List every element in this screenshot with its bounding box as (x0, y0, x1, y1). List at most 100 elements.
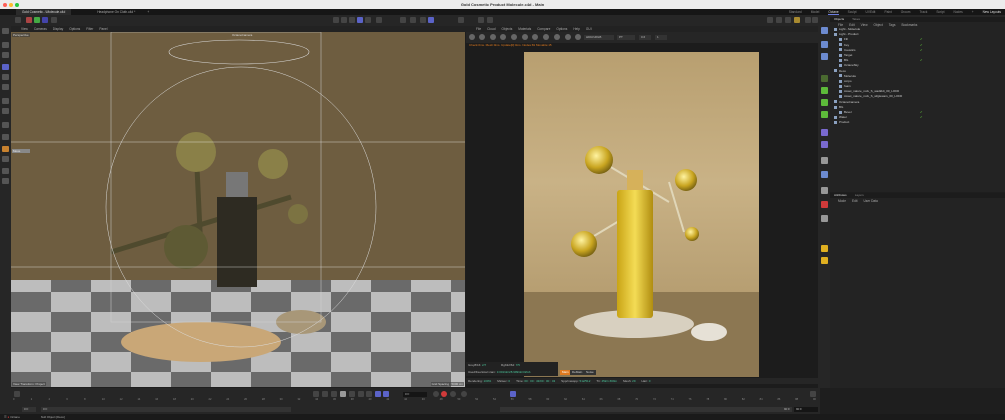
perspective-viewport[interactable]: Perspective OctaneCamera Move View Trans… (11, 32, 465, 387)
value-field[interactable]: 1 (655, 34, 667, 40)
move-icon[interactable] (2, 64, 9, 70)
attributes-menu-edit[interactable]: Edit (852, 199, 858, 203)
viewport-menu-cameras[interactable]: Cameras (34, 27, 47, 31)
cube-icon[interactable] (821, 27, 828, 34)
play-icon[interactable] (340, 391, 346, 397)
octane-menu-compare[interactable]: Compare (537, 27, 550, 31)
save-icon[interactable] (15, 17, 21, 23)
goto-end-icon[interactable] (366, 391, 372, 397)
objects-menu-tags[interactable]: Tags (889, 23, 896, 27)
next-frame-icon[interactable] (349, 391, 355, 397)
polygon-pen-icon[interactable] (2, 122, 9, 128)
end-frame-field[interactable]: 90 F (794, 407, 818, 412)
camera-icon[interactable] (821, 201, 828, 208)
sun-icon[interactable] (821, 245, 828, 252)
octane-render-icon[interactable] (767, 17, 773, 23)
octane-menu-cloud[interactable]: Cloud (487, 27, 495, 31)
deformer-icon[interactable] (821, 111, 828, 118)
octane-region-icon[interactable] (776, 17, 782, 23)
autokey-icon[interactable] (441, 391, 447, 397)
axis-x-icon[interactable] (26, 17, 32, 23)
spline-icon[interactable] (821, 129, 828, 136)
clay-mode-icon[interactable] (532, 34, 538, 40)
object-row[interactable]: Product (830, 120, 1005, 125)
viewport-menu-display[interactable]: Display (53, 27, 63, 31)
maximize-window-button[interactable] (15, 2, 19, 7)
environment-icon[interactable] (821, 157, 828, 164)
next-key-icon[interactable] (358, 391, 364, 397)
objects-menu-file[interactable]: File (838, 23, 843, 27)
pick-material-icon[interactable] (575, 34, 581, 40)
timeline-mode-icon[interactable] (510, 391, 516, 397)
scale-icon[interactable] (2, 74, 9, 80)
tag-icon[interactable] (821, 187, 828, 194)
viewport-menu-options[interactable]: Options (69, 27, 80, 31)
octane-live-icon[interactable] (357, 17, 363, 23)
layout-icon[interactable]: ☰ (4, 415, 7, 419)
field-icon[interactable] (821, 141, 828, 148)
generator-icon[interactable] (821, 75, 828, 82)
send-scene-icon[interactable] (469, 34, 475, 40)
attributes-menu-mode[interactable]: Mode (838, 199, 846, 203)
magnet-icon[interactable] (2, 168, 9, 174)
light-icon[interactable] (400, 17, 406, 23)
render-icon[interactable] (341, 17, 347, 23)
current-frame-field[interactable]: 0 F (403, 392, 427, 397)
objects-menu-view[interactable]: View (861, 23, 868, 27)
viewport-menu-panel[interactable]: Panel (99, 27, 107, 31)
preview-end-field[interactable]: 90 F (500, 407, 792, 412)
expand-timeline-icon[interactable] (810, 391, 816, 397)
text-icon[interactable] (821, 53, 828, 60)
close-window-button[interactable] (3, 2, 7, 7)
octane-menu-objects[interactable]: Objects (501, 27, 512, 31)
settings-gear-icon[interactable] (478, 17, 484, 23)
octane-menu-file[interactable]: File (476, 27, 481, 31)
render-settings-icon[interactable] (349, 17, 355, 23)
knife-icon[interactable] (2, 98, 9, 104)
viewport-menu-filter[interactable]: Filter (86, 27, 93, 31)
octane-material-icon[interactable] (794, 17, 800, 23)
tab-objects[interactable]: Objects (834, 17, 844, 22)
preview-start-field[interactable]: 0 F (41, 407, 291, 412)
region-icon[interactable] (543, 34, 549, 40)
pass-main-button[interactable]: Main (560, 370, 571, 375)
octane-menu-gui[interactable]: GUI (586, 27, 592, 31)
tab-attributes[interactable]: Attributes (834, 193, 847, 198)
pass-demain-button[interactable]: DeMain (570, 370, 585, 375)
pause-icon[interactable] (490, 34, 496, 40)
measure-icon[interactable] (2, 178, 9, 184)
minimize-window-button[interactable] (9, 2, 13, 7)
light-icon[interactable] (821, 215, 828, 222)
brush-icon[interactable] (2, 108, 9, 114)
loop-icon[interactable] (375, 391, 381, 397)
octane-menu-help[interactable]: Help (573, 27, 580, 31)
search-icon[interactable] (2, 28, 9, 34)
exposure-field[interactable]: 0.6 (639, 34, 651, 40)
snap-icon[interactable] (376, 17, 382, 23)
tab-takes[interactable]: Takes (852, 17, 860, 22)
octane-pick-icon[interactable] (785, 17, 791, 23)
tab-layers[interactable]: Layers (855, 193, 864, 198)
restart-icon[interactable] (479, 34, 485, 40)
octane-menu-options[interactable]: Options (556, 27, 567, 31)
deformer-icon[interactable] (458, 17, 464, 23)
area-light-icon[interactable] (821, 257, 828, 264)
move-field[interactable]: Move (12, 149, 30, 153)
coordinate-system-icon[interactable] (51, 17, 57, 23)
goto-start-icon[interactable] (313, 391, 319, 397)
sky-icon[interactable] (821, 171, 828, 178)
points-mode-icon[interactable] (2, 146, 9, 152)
picture-viewer-icon[interactable] (365, 17, 371, 23)
record-icon[interactable] (433, 391, 439, 397)
timeline-ruler[interactable]: 0 2 4 6 8 10 12 14 16 18 20 22 24 26 28 30 32 34 36 38 40 42 4… (13, 398, 816, 406)
extrude-icon[interactable] (2, 134, 9, 140)
octane-pause-icon[interactable] (805, 17, 811, 23)
objects-menu-object[interactable]: Object (874, 23, 883, 27)
attributes-menu-user-data[interactable]: User Data (863, 199, 877, 203)
objects-menu-edit[interactable]: Edit (849, 23, 855, 27)
objects-menu-bookmarks[interactable]: Bookmarks (901, 23, 917, 27)
colorspace-dropdown[interactable]: HDR/sRGB (584, 34, 614, 40)
array-icon[interactable] (821, 99, 828, 106)
octane-menu-materials[interactable]: Materials (518, 27, 531, 31)
prev-key-icon[interactable] (322, 391, 328, 397)
